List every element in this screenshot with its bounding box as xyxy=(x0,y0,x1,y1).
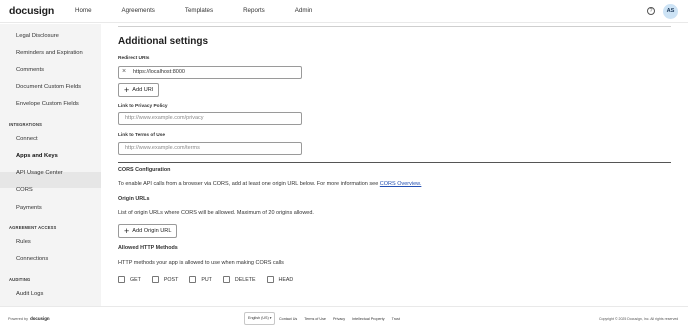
sidebar-item-legal-disclosure[interactable]: Legal Disclosure xyxy=(16,33,59,39)
sidebar-item-document-custom-fields[interactable]: Document Custom Fields xyxy=(16,84,81,90)
plus-icon: + xyxy=(124,225,130,236)
powered-by-text: Powered by xyxy=(8,316,29,321)
admin-sidebar: Legal Disclosure Reminders and Expiratio… xyxy=(0,24,101,306)
footer-link-intellectual-property[interactable]: Intellectual Property xyxy=(352,317,385,321)
nav-home[interactable]: Home xyxy=(75,7,92,14)
origin-urls-description: List of origin URLs where CORS will be a… xyxy=(118,210,314,216)
language-selector[interactable]: English (US) ▾ xyxy=(244,312,275,325)
sidebar-item-api-usage-center[interactable]: API Usage Center xyxy=(16,170,63,176)
nav-reports[interactable]: Reports xyxy=(243,7,265,14)
sidebar-heading-auditing: AUDITING xyxy=(9,277,31,282)
language-label: English (US) xyxy=(248,316,269,320)
page-footer: Powered by docusign English (US) ▾ Conta… xyxy=(0,306,688,330)
powered-by-logo: docusign xyxy=(30,316,50,321)
head-checkbox[interactable] xyxy=(266,276,274,283)
sidebar-item-reminders[interactable]: Reminders and Expiration xyxy=(16,50,83,56)
footer-links: Contact Us Terms of Use Privacy Intellec… xyxy=(279,317,407,321)
footer-link-trust[interactable]: Trust xyxy=(392,317,400,321)
main-nav: Home Agreements Templates Reports Admin xyxy=(75,7,342,14)
add-origin-url-button[interactable]: + Add Origin URL xyxy=(118,224,178,238)
footer-link-contact-us[interactable]: Contact Us xyxy=(279,317,297,321)
add-uri-button[interactable]: + Add URI xyxy=(118,83,160,97)
delete-label: DELETE xyxy=(234,276,256,283)
redirect-uris-label: Redirect URIs xyxy=(118,56,150,61)
head-label: HEAD xyxy=(278,276,294,283)
delete-checkbox[interactable] xyxy=(222,276,230,283)
logo-text: docusign xyxy=(9,5,55,17)
sidebar-item-comments[interactable]: Comments xyxy=(16,67,44,73)
section-divider xyxy=(118,26,671,27)
sidebar-item-audit-logs[interactable]: Audit Logs xyxy=(16,291,43,297)
sidebar-item-envelope-custom-fields[interactable]: Envelope Custom Fields xyxy=(16,101,79,107)
nav-admin[interactable]: Admin xyxy=(295,7,313,14)
sidebar-item-connect[interactable]: Connect xyxy=(16,136,38,142)
cors-divider xyxy=(118,162,671,163)
terms-of-use-label: Link to Terms of Use xyxy=(118,133,166,138)
plus-icon: + xyxy=(124,84,130,95)
top-navigation-bar: docusign Home Agreements Templates Repor… xyxy=(0,0,688,23)
sidebar-heading-integrations: INTEGRATIONS xyxy=(9,122,43,127)
sidebar-item-connections[interactable]: Connections xyxy=(16,256,48,262)
main-content: Additional settings Redirect URIs https:… xyxy=(101,24,688,306)
docusign-logo[interactable]: docusign xyxy=(9,5,54,17)
sidebar-item-payments[interactable]: Payments xyxy=(16,205,42,211)
terms-of-use-input[interactable]: http://www.example.com/terms xyxy=(118,142,302,155)
cors-description: To enable API calls from a browser via C… xyxy=(118,181,421,187)
redirect-uri-input[interactable]: https://localhost:8000 xyxy=(118,66,302,79)
chevron-down-icon: ▾ xyxy=(269,316,272,320)
copyright-text: Copyright © 2025 Docusign, Inc. All righ… xyxy=(599,317,679,321)
get-label: GET xyxy=(130,276,141,283)
allowed-http-methods-heading: Allowed HTTP Methods xyxy=(118,245,178,251)
cors-configuration-heading: CORS Configuration xyxy=(118,167,171,173)
sidebar-heading-agreement-access: AGREEMENT ACCESS xyxy=(9,225,57,230)
cors-description-text: To enable API calls from a browser via C… xyxy=(118,181,379,187)
user-avatar[interactable]: AS xyxy=(663,4,678,19)
help-icon[interactable]: ? xyxy=(647,7,655,15)
sidebar-item-apps-and-keys[interactable]: Apps and Keys xyxy=(16,153,58,159)
origin-urls-heading: Origin URLs xyxy=(118,196,150,202)
post-checkbox[interactable] xyxy=(151,276,159,283)
post-label: POST xyxy=(163,276,179,283)
cors-overview-link[interactable]: CORS Overview. xyxy=(380,181,422,187)
put-checkbox[interactable] xyxy=(189,276,197,283)
footer-link-privacy[interactable]: Privacy xyxy=(333,317,345,321)
privacy-policy-label: Link to Privacy Policy xyxy=(118,104,168,109)
close-icon[interactable]: × xyxy=(122,68,126,75)
privacy-policy-input[interactable]: http://www.example.com/privacy xyxy=(118,112,302,125)
nav-agreements[interactable]: Agreements xyxy=(122,7,155,14)
powered-by: Powered by docusign xyxy=(8,316,50,321)
put-label: PUT xyxy=(201,276,212,283)
nav-templates[interactable]: Templates xyxy=(185,7,213,14)
page-title: Additional settings xyxy=(118,36,208,47)
http-methods-checkboxes: GET POST PUT DELETE HEAD xyxy=(118,276,304,283)
sidebar-item-cors[interactable]: CORS xyxy=(16,187,33,193)
add-origin-url-label: Add Origin URL xyxy=(132,228,172,234)
sidebar-item-rules[interactable]: Rules xyxy=(16,239,31,245)
http-methods-description: HTTP methods your app is allowed to use … xyxy=(118,260,284,266)
add-uri-label: Add URI xyxy=(132,87,154,93)
footer-link-terms-of-use[interactable]: Terms of Use xyxy=(304,317,326,321)
get-checkbox[interactable] xyxy=(118,276,125,283)
